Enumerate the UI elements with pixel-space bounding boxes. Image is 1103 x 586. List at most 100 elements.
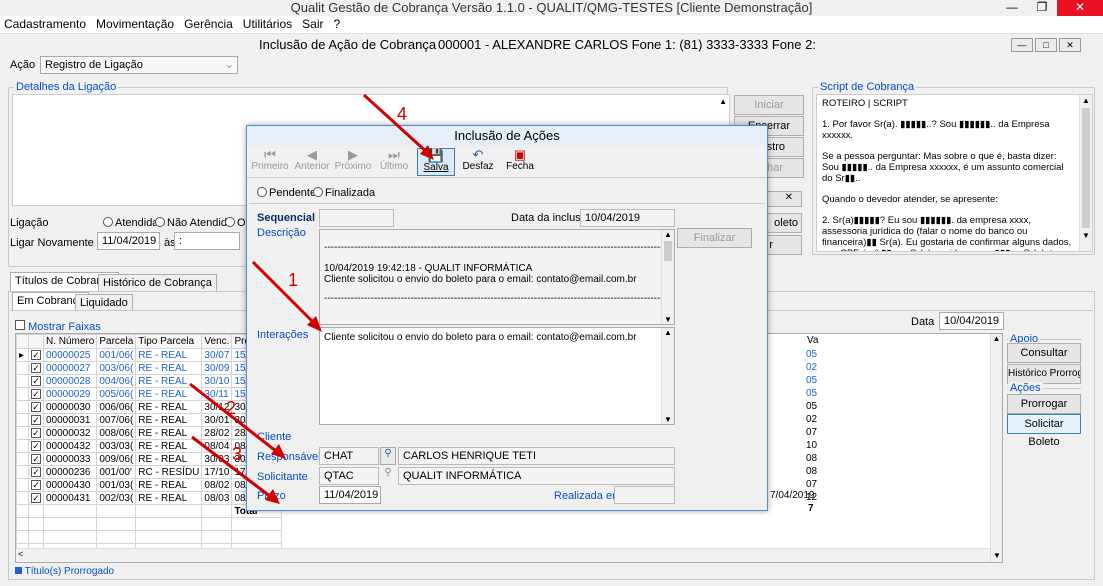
radio-finalizada-label: Finalizada: [325, 187, 376, 199]
script-memo[interactable]: ROTEIRO | SCRIPT 1. Por favor Sr(a). ▮▮▮…: [816, 94, 1093, 252]
responsavel-code-field[interactable]: CHAT: [319, 447, 379, 465]
radio-nao-atendida[interactable]: Não Atendida: [155, 217, 233, 229]
table-row[interactable]: ✓00000028004/06(RE - REAL30/1015/04/201: [16, 374, 283, 388]
toolbar-proximo-button[interactable]: ▶ Próximo: [333, 148, 373, 176]
scroll-up-icon[interactable]: ▲: [991, 334, 1002, 343]
toolbar-salva-button[interactable]: 💾 Salva: [417, 148, 455, 176]
col-n-numero[interactable]: N. Número: [42, 334, 98, 349]
row-indicator: [16, 465, 29, 479]
row-checkbox[interactable]: ✓: [28, 348, 44, 362]
radio-atendida[interactable]: Atendida: [103, 217, 158, 229]
toolbar-primeiro-button[interactable]: ⏮ Primeiro: [251, 148, 289, 176]
ligar-date-field[interactable]: 11/04/2019: [97, 232, 160, 250]
table-row[interactable]: ✓00000430001/03(RE - REAL08/0208/02/201: [16, 478, 283, 492]
realizada-em-field[interactable]: [614, 486, 675, 504]
sequencial-field[interactable]: [319, 209, 394, 227]
radio-o[interactable]: O: [225, 217, 246, 229]
menu-sair[interactable]: Sair: [302, 17, 323, 31]
table-row[interactable]: ✓00000029005/06(RE - REAL30/1115/04/201: [16, 387, 283, 401]
cell-venc: 08/04: [201, 439, 233, 453]
next-icon: ▶: [348, 147, 358, 162]
cell-va: 08: [806, 453, 818, 464]
row-checkbox[interactable]: ✓: [28, 426, 44, 440]
cell-venc: 30/10: [201, 374, 233, 388]
toolbar-desfaz-button[interactable]: ↶ Desfaz: [459, 148, 497, 176]
toolbar-ultimo-button[interactable]: ⏭ Último: [375, 148, 413, 176]
acao-select[interactable]: Registro de Ligação ⌄: [40, 56, 238, 74]
menu-help[interactable]: ?: [333, 17, 340, 31]
radio-nao-atendida-label: Não Atendida: [167, 217, 234, 229]
scroll-left-icon[interactable]: <: [18, 549, 23, 559]
close-icon[interactable]: ✕: [1057, 0, 1103, 16]
toolbar-anterior-button[interactable]: ◀ Anterior: [293, 148, 331, 176]
search-icon[interactable]: ⚲: [380, 447, 396, 465]
row-checkbox[interactable]: ✓: [28, 361, 44, 375]
search-disabled-icon: ⚲: [384, 467, 392, 478]
menu-utilitarios[interactable]: Utilitários: [243, 17, 292, 31]
tab-historico-cobranca[interactable]: Histórico de Cobrança: [98, 274, 217, 292]
table-row[interactable]: ✓00000236001/00'RC - RESÍDU17/1017/10/20…: [16, 465, 283, 479]
interacoes-scrollbar[interactable]: ▲ ▼: [661, 328, 674, 424]
table-row[interactable]: ▸✓00000025001/06(RE - REAL30/0715/04/201: [16, 348, 283, 362]
toolbar-proximo-label: Próximo: [334, 161, 372, 172]
descricao-scrollbar[interactable]: ▲ ▼: [661, 230, 674, 324]
col-parcela[interactable]: Parcela: [96, 334, 137, 349]
ligar-time-field[interactable]: :: [174, 232, 240, 250]
historico-prorrogacao-button[interactable]: Histórico Prorrogaç: [1007, 364, 1081, 384]
table-row[interactable]: ✓00000030006/06(RE - REAL30/1230/12/201: [16, 400, 283, 414]
mdi-close-icon[interactable]: ✕: [1059, 38, 1081, 52]
finalizar-button[interactable]: Finalizar: [677, 228, 752, 248]
grid-hscrollbar[interactable]: < >: [16, 548, 1002, 562]
radio-pendente-label: Pendente: [269, 187, 317, 199]
mdi-restore-icon[interactable]: □: [1035, 38, 1057, 52]
row-checkbox[interactable]: ✓: [28, 465, 44, 479]
menu-gerencia[interactable]: Gerência: [184, 17, 233, 31]
row-checkbox[interactable]: ✓: [28, 413, 44, 427]
interacoes-memo[interactable]: Cliente solicitou o envio do boleto para…: [319, 327, 675, 425]
descricao-memo[interactable]: ----------------------------------------…: [319, 229, 675, 325]
consultar-titulo-button[interactable]: Consultar Título: [1007, 343, 1081, 377]
prorrogar-titulos-button[interactable]: Prorrogar Títulos: [1007, 394, 1081, 428]
cell-n-numero: 00000430: [42, 478, 98, 492]
solicitante-code-field[interactable]: QTAC: [319, 467, 379, 485]
table-row[interactable]: ✓00000027003/06(RE - REAL30/0915/04/201: [16, 361, 283, 375]
scroll-down-icon[interactable]: ▼: [991, 551, 1003, 560]
row-checkbox[interactable]: ✓: [28, 491, 44, 505]
solicitante-name-field[interactable]: QUALIT INFORMÁTICA: [398, 467, 675, 485]
row-checkbox[interactable]: ✓: [28, 387, 44, 401]
row-indicator: [16, 478, 29, 492]
radio-finalizada[interactable]: Finalizada: [313, 187, 375, 199]
table-row[interactable]: ✓00000032008/06(RE - REAL28/0228/02/201: [16, 426, 283, 440]
row-checkbox[interactable]: ✓: [28, 439, 44, 453]
data-inclusao-field[interactable]: 10/04/2019: [580, 209, 675, 227]
minimize-icon[interactable]: —: [997, 0, 1027, 16]
acao-label: Ação: [10, 59, 36, 71]
menu-cadastramento[interactable]: Cadastramento: [4, 17, 86, 31]
responsavel-name-field[interactable]: CARLOS HENRIQUE TETI: [398, 447, 675, 465]
iniciar-ligacao-button[interactable]: Iniciar Ligação: [734, 95, 804, 129]
solicitante-label: Solicitante: [257, 471, 308, 483]
grid-vscrollbar[interactable]: ▲ ▼: [990, 334, 1002, 562]
table-row[interactable]: ✓00000031007/06(RE - REAL30/0130/01/201: [16, 413, 283, 427]
script-scrollbar[interactable]: ▲ ▼: [1079, 95, 1092, 251]
radio-pendente[interactable]: Pendente: [257, 187, 316, 199]
row-checkbox[interactable]: ✓: [28, 452, 44, 466]
menu-movimentacao[interactable]: Movimentação: [96, 17, 174, 31]
row-checkbox[interactable]: ✓: [28, 374, 44, 388]
row-checkbox[interactable]: ✓: [28, 478, 44, 492]
data-field[interactable]: 10/04/2019: [939, 312, 1004, 330]
table-row[interactable]: ✓00000431002/03(RE - REAL08/0308/03/201: [16, 491, 283, 505]
cell-tipo-parcela: RE - REAL: [135, 400, 203, 414]
toolbar-fecha-button[interactable]: ▣ Fecha: [501, 148, 539, 176]
scroll-up-icon[interactable]: ▲: [719, 97, 727, 106]
prazo-field[interactable]: 11/04/2019: [319, 486, 381, 504]
script-p3: Quando o devedor atender, se apresente:: [822, 194, 998, 205]
col-tipo-parcela[interactable]: Tipo Parcela: [135, 334, 203, 349]
row-checkbox[interactable]: ✓: [28, 400, 44, 414]
desc-separator-2: ----------------------------------------…: [324, 293, 667, 304]
mostrar-faixas-checkbox[interactable]: Mostrar Faixas: [15, 320, 101, 333]
mdi-minimize-icon[interactable]: —: [1011, 38, 1033, 52]
restore-icon[interactable]: ❐: [1027, 0, 1057, 16]
col-venc[interactable]: Venc.: [201, 334, 233, 349]
solicitar-boleto-button[interactable]: Solicitar Boleto: [1007, 414, 1081, 448]
